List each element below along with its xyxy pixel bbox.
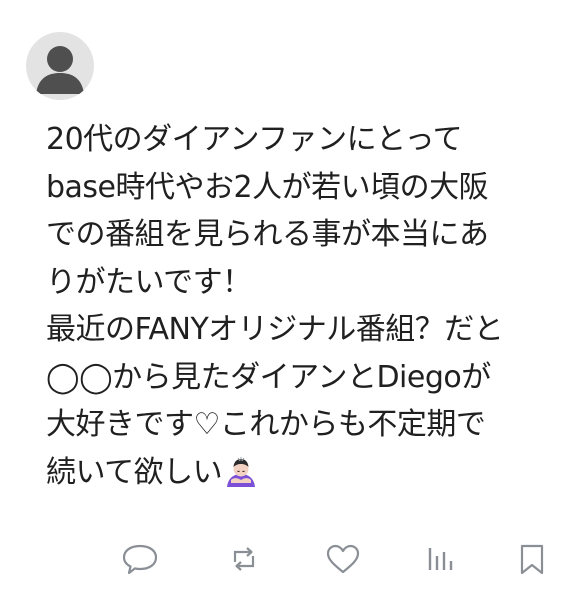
stats-button[interactable] <box>415 536 461 582</box>
post-text: 20代のダイアンファンにとって base時代やお2人が若い頃の大阪 での番組を見… <box>46 116 556 496</box>
person-bowing-emoji <box>224 454 258 488</box>
bookmark-icon <box>520 544 544 575</box>
repost-button[interactable] <box>221 536 267 582</box>
heart-icon <box>326 544 360 574</box>
reply-icon <box>122 544 158 575</box>
post-text-content: 20代のダイアンファンにとって base時代やお2人が若い頃の大阪 での番組を見… <box>46 122 504 490</box>
action-bar <box>0 536 574 582</box>
reply-button[interactable] <box>117 536 163 582</box>
avatar[interactable] <box>26 32 94 100</box>
post: 20代のダイアンファンにとって base時代やお2人が若い頃の大阪 での番組を見… <box>0 0 574 600</box>
like-button[interactable] <box>320 536 366 582</box>
analytics-icon <box>428 548 453 570</box>
repost-icon <box>233 547 255 571</box>
default-user-icon <box>36 46 84 94</box>
bookmark-button[interactable] <box>509 536 555 582</box>
